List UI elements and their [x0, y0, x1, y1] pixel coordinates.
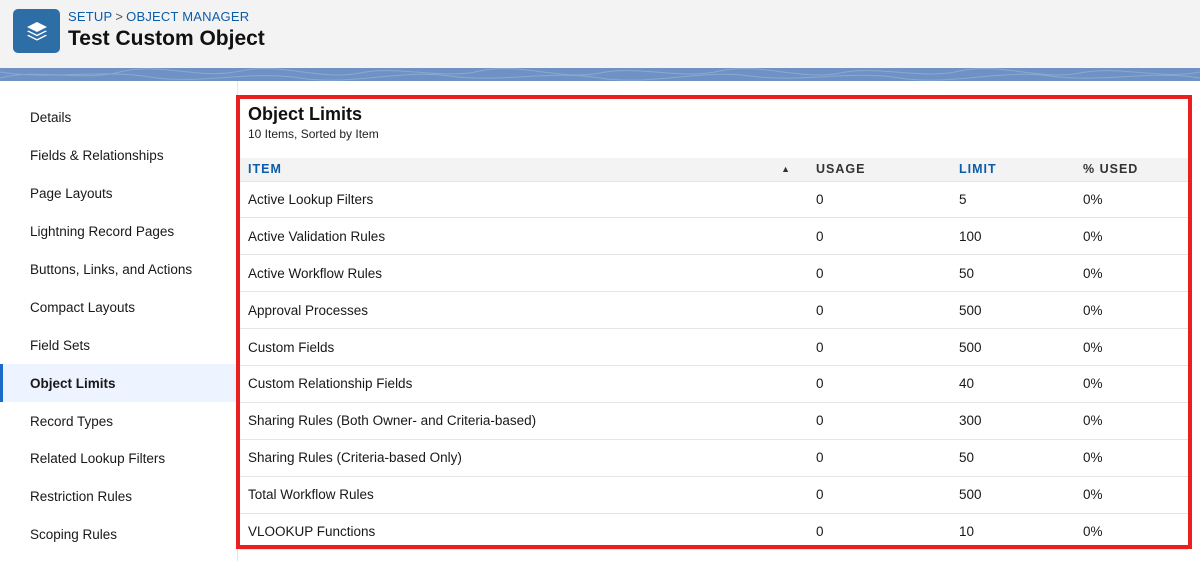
table-row: Approval Processes 0 500 0% [240, 291, 1188, 330]
cell-percent-used: 0% [1078, 291, 1188, 330]
sidebar-nav: Details Fields & Relationships Page Layo… [0, 99, 237, 554]
sidebar-item-page-layouts[interactable]: Page Layouts [0, 175, 237, 213]
cell-usage: 0 [811, 402, 954, 440]
column-header-usage: USAGE [811, 158, 954, 182]
table-row: Sharing Rules (Criteria-based Only) 0 50… [240, 439, 1188, 477]
cell-usage: 0 [811, 291, 954, 330]
cell-item: Active Lookup Filters [240, 181, 811, 219]
page-header: SETUP > OBJECT MANAGER Test Custom Object [0, 0, 1200, 68]
sidebar-item-record-types[interactable]: Record Types [0, 402, 237, 440]
cell-item: Sharing Rules (Criteria-based Only) [240, 439, 811, 477]
cell-usage: 0 [811, 365, 954, 403]
breadcrumb-object-manager-link[interactable]: OBJECT MANAGER [126, 9, 249, 24]
sidebar-item-restriction-rules[interactable]: Restriction Rules [0, 478, 237, 516]
panel-subtitle: 10 Items, Sorted by Item [248, 127, 379, 141]
table-row: Active Workflow Rules 0 50 0% [240, 254, 1188, 293]
object-limits-table: ITEM ▲ USAGE LIMIT % USED Active Lookup … [240, 158, 1188, 551]
cell-percent-used: 0% [1078, 513, 1188, 551]
sidebar-item-buttons-links-actions[interactable]: Buttons, Links, and Actions [0, 251, 237, 289]
sidebar-item-lightning-record-pages[interactable]: Lightning Record Pages [0, 213, 237, 251]
cell-percent-used: 0% [1078, 402, 1188, 440]
cell-item: Custom Fields [240, 328, 811, 366]
stacked-layers-icon [13, 9, 60, 53]
panel-title: Object Limits [248, 104, 363, 124]
sidebar-item-object-limits[interactable]: Object Limits [0, 364, 237, 403]
table-row: Active Validation Rules 0 100 0% [240, 217, 1188, 256]
cell-percent-used: 0% [1078, 181, 1188, 219]
cell-item: Active Validation Rules [240, 217, 811, 256]
column-header-percent-used: % USED [1078, 158, 1188, 182]
cell-percent-used: 0% [1078, 365, 1188, 403]
sort-ascending-icon: ▲ [781, 164, 791, 175]
cell-percent-used: 0% [1078, 217, 1188, 256]
cell-limit: 50 [954, 439, 1078, 477]
sidebar-item-details[interactable]: Details [0, 99, 237, 137]
breadcrumb: SETUP > OBJECT MANAGER [68, 9, 249, 24]
column-header-item-label: ITEM [248, 162, 282, 177]
cell-item: Sharing Rules (Both Owner- and Criteria-… [240, 402, 811, 440]
cell-usage: 0 [811, 254, 954, 293]
cell-limit: 500 [954, 291, 1078, 330]
cell-usage: 0 [811, 181, 954, 219]
cell-percent-used: 0% [1078, 254, 1188, 293]
cell-limit: 500 [954, 328, 1078, 366]
cell-limit: 10 [954, 513, 1078, 551]
sidebar-item-compact-layouts[interactable]: Compact Layouts [0, 288, 237, 326]
sidebar-item-scoping-rules[interactable]: Scoping Rules [0, 516, 237, 554]
cell-item: VLOOKUP Functions [240, 513, 811, 551]
column-header-limit[interactable]: LIMIT [954, 158, 1078, 182]
column-header-item[interactable]: ITEM ▲ [240, 158, 811, 182]
cell-item: Total Workflow Rules [240, 476, 811, 514]
table-row: Total Workflow Rules 0 500 0% [240, 476, 1188, 514]
cell-percent-used: 0% [1078, 476, 1188, 514]
cell-percent-used: 0% [1078, 328, 1188, 366]
cell-limit: 500 [954, 476, 1078, 514]
cell-limit: 50 [954, 254, 1078, 293]
cell-usage: 0 [811, 476, 954, 514]
object-limits-panel: Object Limits 10 Items, Sorted by Item I… [236, 95, 1192, 551]
cell-item: Active Workflow Rules [240, 254, 811, 293]
sidebar-item-fields-relationships[interactable]: Fields & Relationships [0, 137, 237, 175]
table-header-row: ITEM ▲ USAGE LIMIT % USED [240, 158, 1188, 182]
sidebar-item-field-sets[interactable]: Field Sets [0, 326, 237, 364]
cell-usage: 0 [811, 513, 954, 551]
cell-item: Custom Relationship Fields [240, 365, 811, 403]
table-row: VLOOKUP Functions 0 10 0% [240, 513, 1188, 551]
cell-limit: 300 [954, 402, 1078, 440]
cell-usage: 0 [811, 328, 954, 366]
table-row: Active Lookup Filters 0 5 0% [240, 181, 1188, 219]
cell-percent-used: 0% [1078, 439, 1188, 477]
sidebar-item-related-lookup-filters[interactable]: Related Lookup Filters [0, 440, 237, 478]
table-row: Custom Fields 0 500 0% [240, 328, 1188, 366]
page-title: Test Custom Object [68, 27, 265, 50]
decorative-band [0, 68, 1200, 81]
cell-limit: 100 [954, 217, 1078, 256]
table-row: Sharing Rules (Both Owner- and Criteria-… [240, 402, 1188, 440]
breadcrumb-setup-link[interactable]: SETUP [68, 9, 112, 24]
cell-limit: 40 [954, 365, 1078, 403]
cell-item: Approval Processes [240, 291, 811, 330]
table-row: Custom Relationship Fields 0 40 0% [240, 365, 1188, 403]
cell-usage: 0 [811, 439, 954, 477]
cell-usage: 0 [811, 217, 954, 256]
breadcrumb-separator: > [115, 9, 124, 24]
cell-limit: 5 [954, 181, 1078, 219]
